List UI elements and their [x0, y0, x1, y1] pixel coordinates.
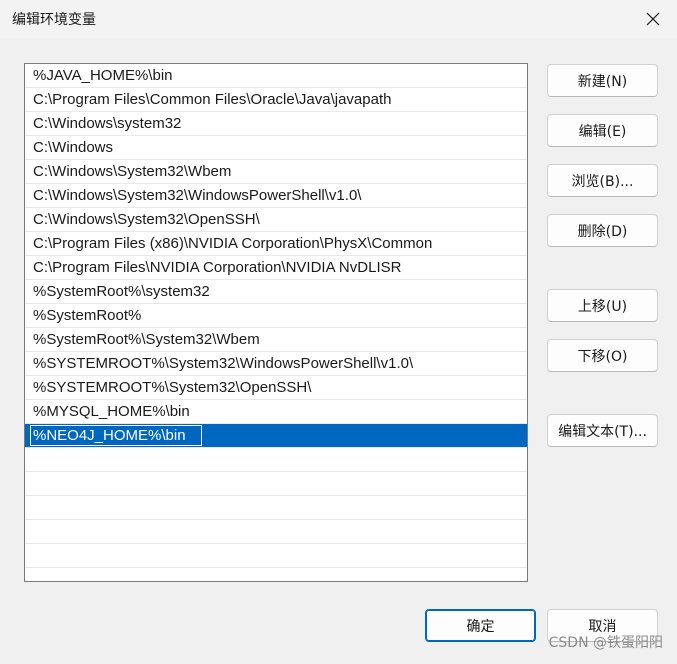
window-title: 编辑环境变量: [12, 12, 96, 28]
title-bar: 编辑环境变量: [0, 0, 677, 38]
list-item[interactable]: C:\Program Files\NVIDIA Corporation\NVID…: [25, 256, 527, 280]
new-button[interactable]: 新建(N): [547, 64, 658, 97]
ok-button[interactable]: 确定: [425, 609, 536, 642]
close-icon: [646, 12, 660, 26]
list-item[interactable]: C:\Windows\System32\OpenSSH\: [25, 208, 527, 232]
list-item[interactable]: %SystemRoot%: [25, 304, 527, 328]
list-item-empty[interactable]: [25, 544, 527, 568]
list-item[interactable]: %JAVA_HOME%\bin: [25, 64, 527, 88]
list-item[interactable]: %SystemRoot%\system32: [25, 280, 527, 304]
list-item[interactable]: C:\Windows: [25, 136, 527, 160]
list-item[interactable]: %SYSTEMROOT%\System32\OpenSSH\: [25, 376, 527, 400]
list-item-empty[interactable]: [25, 496, 527, 520]
list-item[interactable]: %SystemRoot%\System32\Wbem: [25, 328, 527, 352]
list-item[interactable]: %SYSTEMROOT%\System32\WindowsPowerShell\…: [25, 352, 527, 376]
edit-text-button[interactable]: 编辑文本(T)...: [547, 414, 658, 447]
list-item[interactable]: C:\Program Files (x86)\NVIDIA Corporatio…: [25, 232, 527, 256]
list-item[interactable]: %MYSQL_HOME%\bin: [25, 400, 527, 424]
edit-button[interactable]: 编辑(E): [547, 114, 658, 147]
move-down-button[interactable]: 下移(O): [547, 339, 658, 372]
list-item-empty[interactable]: [25, 448, 527, 472]
list-item[interactable]: C:\Windows\System32\Wbem: [25, 160, 527, 184]
list-item-selected[interactable]: %NEO4J_HOME%\bin: [25, 424, 527, 448]
list-item[interactable]: C:\Program Files\Common Files\Oracle\Jav…: [25, 88, 527, 112]
list-item[interactable]: C:\Windows\System32\WindowsPowerShell\v1…: [25, 184, 527, 208]
path-edit-input[interactable]: %NEO4J_HOME%\bin: [30, 425, 202, 446]
list-item-empty[interactable]: [25, 520, 527, 544]
move-up-button[interactable]: 上移(U): [547, 289, 658, 322]
close-button[interactable]: [639, 6, 667, 32]
list-item-empty[interactable]: [25, 472, 527, 496]
browse-button[interactable]: 浏览(B)...: [547, 164, 658, 197]
delete-button[interactable]: 删除(D): [547, 214, 658, 247]
watermark: CSDN @铁蛋阳阳: [548, 635, 663, 651]
list-item[interactable]: C:\Windows\system32: [25, 112, 527, 136]
path-list[interactable]: %JAVA_HOME%\bin C:\Program Files\Common …: [24, 63, 528, 582]
